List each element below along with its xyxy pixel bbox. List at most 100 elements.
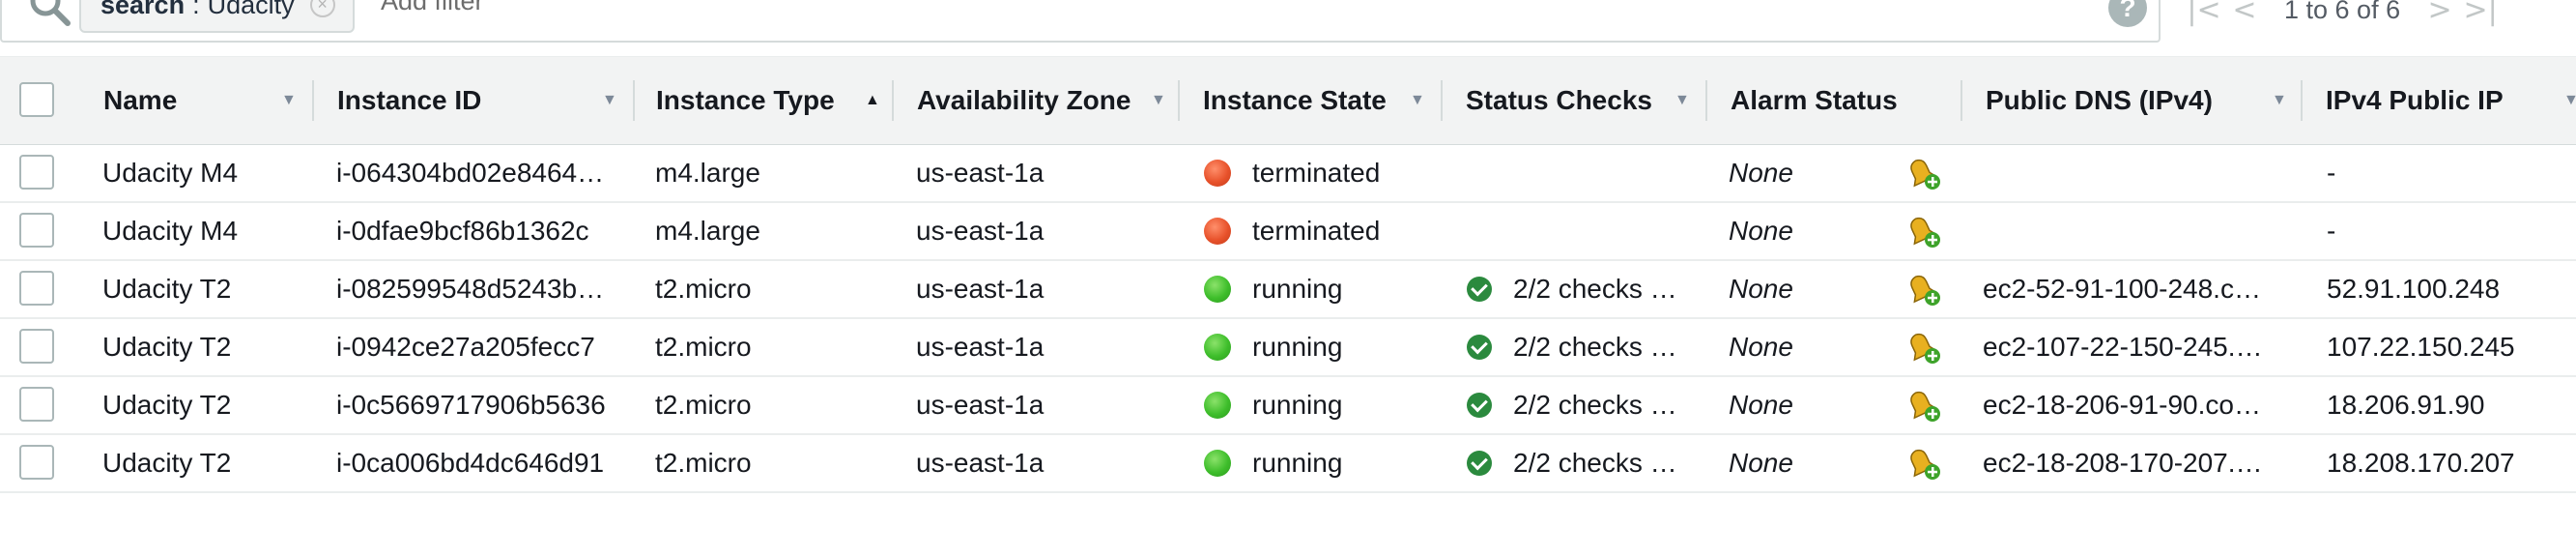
sort-caret-down-icon[interactable]: ▼ — [281, 92, 297, 109]
column-divider[interactable] — [1961, 80, 1962, 121]
table-row[interactable]: Udacity T2 i-082599548d5243b… t2.micro u… — [0, 261, 2576, 319]
state-label: running — [1252, 332, 1343, 362]
cell-availability-zone: us-east-1a — [916, 390, 1045, 420]
cell-name: Udacity M4 — [102, 216, 239, 246]
row-select-checkbox[interactable] — [19, 213, 54, 248]
cell-alarm-status: None — [1729, 158, 1793, 188]
column-header-instance-state[interactable]: Instance State ▼ — [1182, 57, 1443, 144]
filter-token-key: search — [100, 0, 186, 19]
cell-public-dns: ec2-18-206-91-90.co… — [1983, 390, 2261, 420]
sort-caret-down-icon[interactable]: ▼ — [2272, 92, 2287, 109]
search-filter-token[interactable]: search : Udacity × — [79, 0, 355, 33]
column-divider[interactable] — [1441, 80, 1443, 121]
cell-availability-zone: us-east-1a — [916, 158, 1045, 188]
column-divider[interactable] — [1705, 80, 1707, 121]
table-row[interactable]: Udacity T2 i-0942ce27a205fecc7 t2.micro … — [0, 319, 2576, 377]
pagination-count: 1 to 6 of 6 — [2284, 0, 2401, 24]
column-header-instance-type[interactable]: Instance Type ▲ — [635, 57, 894, 144]
cell-alarm-status: None — [1729, 332, 1793, 362]
sort-caret-down-icon[interactable]: ▼ — [1674, 92, 1690, 109]
state-label: running — [1252, 274, 1343, 304]
create-alarm-icon[interactable] — [1905, 331, 1944, 366]
sort-caret-down-icon[interactable]: ▼ — [1151, 92, 1166, 109]
state-terminated-icon — [1204, 160, 1231, 187]
create-alarm-icon[interactable] — [1905, 389, 1944, 424]
status-checks-label: 2/2 checks … — [1513, 332, 1677, 362]
sort-caret-down-icon[interactable]: ▼ — [2563, 92, 2576, 109]
cell-availability-zone: us-east-1a — [916, 274, 1045, 304]
cell-ipv4-public-ip: 52.91.100.248 — [2327, 274, 2501, 304]
cell-instance-id: i-0ca006bd4dc646d91 — [336, 448, 605, 478]
column-divider[interactable] — [312, 80, 314, 121]
row-select-checkbox[interactable] — [19, 271, 54, 306]
row-select-checkbox[interactable] — [19, 155, 54, 190]
filter-bar: search : Udacity × ? |< < 1 to 6 of 6 > … — [0, 0, 2576, 56]
select-all-checkbox[interactable] — [19, 82, 54, 117]
cell-name: Udacity T2 — [102, 390, 232, 420]
state-running-icon — [1204, 392, 1231, 419]
next-page-icon[interactable]: > — [2419, 0, 2460, 27]
table-row[interactable]: Udacity T2 i-0ca006bd4dc646d91 t2.micro … — [0, 435, 2576, 493]
cell-instance-type: m4.large — [655, 216, 760, 246]
cell-name: Udacity T2 — [102, 332, 232, 362]
add-filter-input[interactable] — [379, 0, 1059, 21]
create-alarm-icon[interactable] — [1905, 273, 1944, 308]
table-row[interactable]: Udacity M4 i-064304bd02e8464… m4.large u… — [0, 145, 2576, 203]
sort-caret-down-icon[interactable]: ▼ — [1410, 92, 1425, 109]
column-header-public-dns[interactable]: Public DNS (IPv4) ▼ — [1964, 57, 2303, 144]
sort-caret-down-icon[interactable]: ▼ — [602, 92, 617, 109]
last-page-icon[interactable]: >| — [2460, 0, 2501, 27]
table-row[interactable]: Udacity M4 i-0dfae9bcf86b1362c m4.large … — [0, 203, 2576, 261]
state-running-icon — [1204, 450, 1231, 477]
cell-alarm-status: None — [1729, 216, 1793, 246]
create-alarm-icon[interactable] — [1905, 215, 1944, 249]
row-select-checkbox[interactable] — [19, 329, 54, 364]
row-select-checkbox[interactable] — [19, 387, 54, 422]
search-icon — [30, 0, 71, 26]
status-check-passed-icon — [1467, 277, 1492, 302]
cell-name: Udacity T2 — [102, 274, 232, 304]
pagination: |< < 1 to 6 of 6 > >| — [2184, 0, 2501, 29]
state-terminated-icon — [1204, 218, 1231, 245]
state-label: running — [1252, 390, 1343, 420]
remove-filter-close-icon[interactable]: × — [309, 0, 335, 17]
column-divider[interactable] — [892, 80, 894, 121]
column-header-status-checks[interactable]: Status Checks ▼ — [1445, 57, 1707, 144]
status-checks-label: 2/2 checks … — [1513, 448, 1677, 478]
column-header-alarm-status[interactable]: Alarm Status — [1709, 57, 1962, 144]
column-divider[interactable] — [2301, 80, 2303, 121]
create-alarm-icon[interactable] — [1905, 157, 1944, 191]
previous-page-icon[interactable]: < — [2224, 0, 2265, 27]
cell-availability-zone: us-east-1a — [916, 216, 1045, 246]
cell-alarm-status: None — [1729, 274, 1793, 304]
column-label: Instance ID — [337, 85, 482, 115]
row-select-checkbox[interactable] — [19, 445, 54, 480]
cell-public-dns: ec2-107-22-150-245.… — [1983, 332, 2263, 362]
column-header-name[interactable]: Name ▼ — [82, 57, 314, 144]
cell-instance-type: t2.micro — [655, 332, 752, 362]
column-divider[interactable] — [1178, 80, 1180, 121]
first-page-icon[interactable]: |< — [2184, 0, 2224, 27]
cell-instance-type: m4.large — [655, 158, 760, 188]
cell-status-checks: 2/2 checks … — [1467, 261, 1704, 317]
cell-instance-state: running — [1204, 377, 1436, 433]
status-check-passed-icon — [1467, 393, 1492, 418]
cell-alarm-status: None — [1729, 448, 1793, 478]
sort-ascending-caret-up-icon[interactable]: ▲ — [865, 92, 880, 109]
column-label: Status Checks — [1466, 85, 1652, 115]
column-header-instance-id[interactable]: Instance ID ▼ — [316, 57, 635, 144]
status-checks-label: 2/2 checks … — [1513, 274, 1677, 304]
state-running-icon — [1204, 276, 1231, 303]
column-label: Alarm Status — [1731, 85, 1898, 115]
create-alarm-icon[interactable] — [1905, 447, 1944, 482]
filter-token-separator: : — [192, 0, 200, 19]
state-label: running — [1252, 448, 1343, 478]
cell-instance-state: running — [1204, 435, 1436, 491]
state-running-icon — [1204, 334, 1231, 361]
cell-alarm-status: None — [1729, 390, 1793, 420]
column-label: Availability Zone — [917, 85, 1131, 115]
column-header-availability-zone[interactable]: Availability Zone ▼ — [896, 57, 1180, 144]
column-label: Name — [103, 85, 178, 115]
column-header-ipv4-public-ip[interactable]: IPv4 Public IP ▼ — [2304, 57, 2576, 144]
table-row[interactable]: Udacity T2 i-0c5669717906b5636 t2.micro … — [0, 377, 2576, 435]
